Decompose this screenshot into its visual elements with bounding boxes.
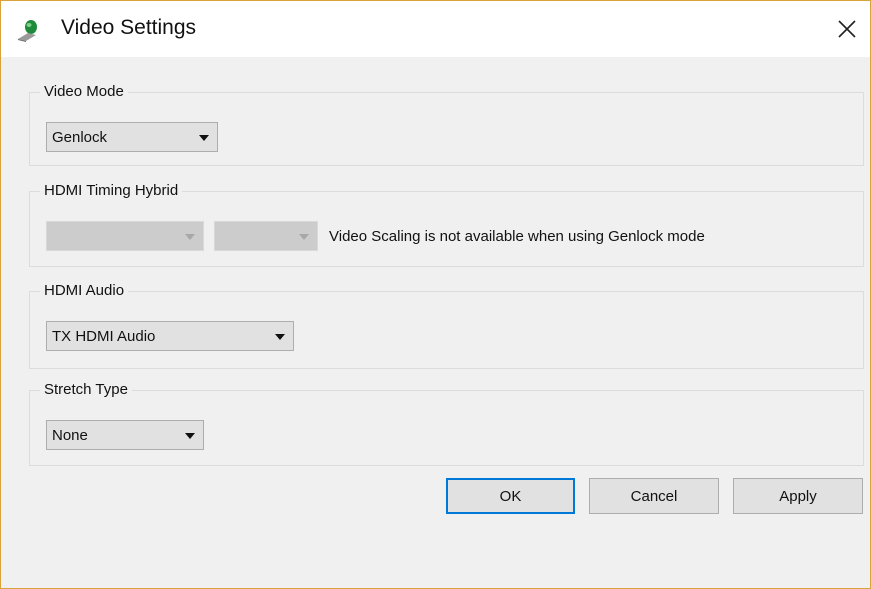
dropdown-arrow-icon xyxy=(185,234,195,240)
dropdown-arrow-icon xyxy=(275,334,285,340)
video-settings-dialog: Video Settings Video Mode Genlock HDMI T… xyxy=(0,0,871,589)
hdmi-timing-group: HDMI Timing Hybrid Video Scaling is not … xyxy=(29,182,864,267)
hdmi-timing-select-2[interactable] xyxy=(214,221,318,251)
dropdown-arrow-icon xyxy=(199,135,209,141)
ok-button[interactable]: OK xyxy=(446,478,575,514)
title-bar[interactable]: Video Settings xyxy=(1,1,870,57)
video-mode-label: Video Mode xyxy=(40,83,128,100)
hdmi-audio-value: TX HDMI Audio xyxy=(52,327,156,345)
cancel-button[interactable]: Cancel xyxy=(589,478,719,514)
close-icon xyxy=(838,20,856,38)
hdmi-audio-label: HDMI Audio xyxy=(40,282,129,299)
video-mode-value: Genlock xyxy=(52,128,108,146)
dropdown-arrow-icon xyxy=(185,433,195,439)
video-mode-select[interactable]: Genlock xyxy=(46,122,218,152)
close-button[interactable] xyxy=(824,1,870,57)
hdmi-timing-label: HDMI Timing Hybrid xyxy=(40,182,183,199)
stretch-type-label: Stretch Type xyxy=(40,381,132,398)
hdmi-audio-group: HDMI Audio TX HDMI Audio xyxy=(29,282,864,369)
apply-button[interactable]: Apply xyxy=(733,478,863,514)
app-icon xyxy=(16,19,42,43)
stretch-type-select[interactable]: None xyxy=(46,420,204,450)
video-mode-group: Video Mode Genlock xyxy=(29,83,864,166)
hdmi-audio-select[interactable]: TX HDMI Audio xyxy=(46,321,294,351)
dropdown-arrow-icon xyxy=(299,234,309,240)
window-title: Video Settings xyxy=(61,16,197,39)
stretch-type-group: Stretch Type None xyxy=(29,381,864,466)
hdmi-timing-select-1[interactable] xyxy=(46,221,204,251)
stretch-type-value: None xyxy=(52,426,88,444)
scaling-unavailable-note: Video Scaling is not available when usin… xyxy=(329,228,705,245)
